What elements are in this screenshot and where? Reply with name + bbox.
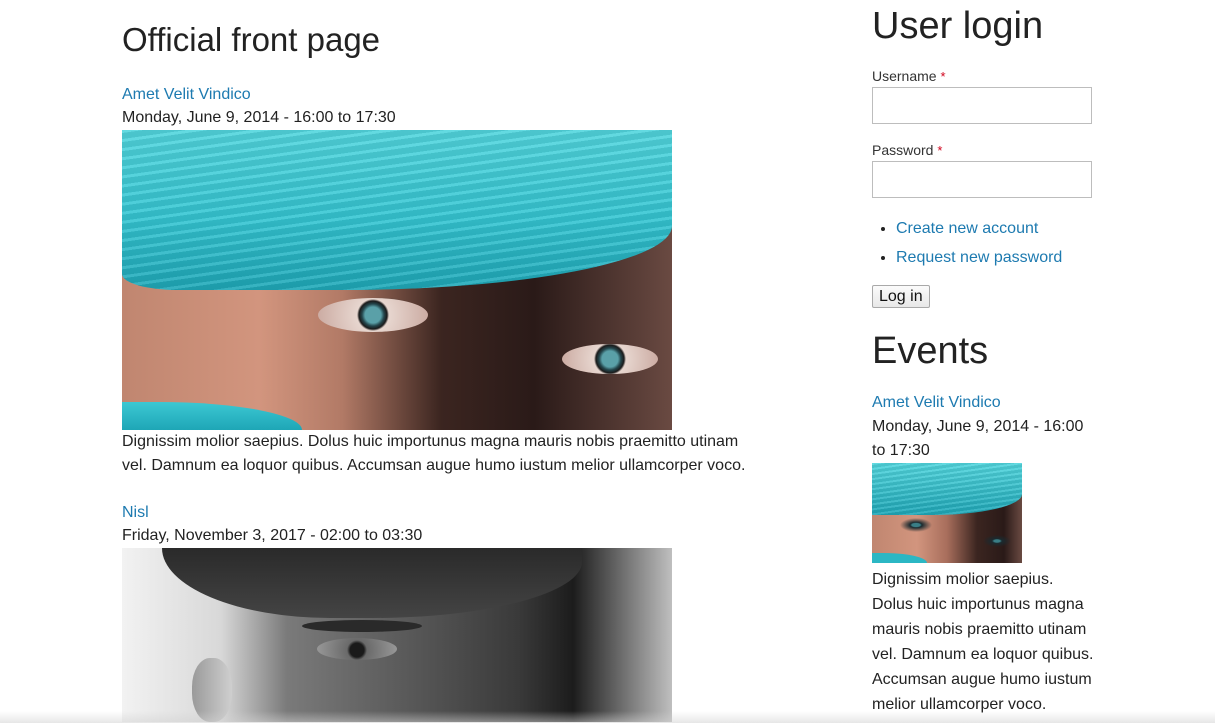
scarf-lower-shape	[122, 402, 302, 430]
scarf-lower-shape	[872, 553, 927, 563]
node-image	[122, 130, 672, 430]
node-date: Monday, June 9, 2014 - 16:00 to 17:30	[122, 109, 396, 126]
password-label: Password *	[872, 140, 1102, 160]
create-account-link[interactable]: Create new account	[896, 220, 1038, 237]
brow-shape	[302, 620, 422, 632]
node-date: Friday, November 3, 2017 - 02:00 to 03:3…	[122, 527, 423, 544]
required-marker: *	[937, 143, 943, 158]
required-marker: *	[940, 69, 946, 84]
node-image	[122, 548, 672, 722]
username-form-item: Username *	[872, 66, 1102, 124]
password-form-item: Password *	[872, 140, 1102, 198]
list-item: Create new account	[896, 214, 1062, 243]
list-item: Request new password	[896, 243, 1062, 272]
event-node: Amet Velit Vindico Monday, June 9, 2014 …	[122, 84, 782, 478]
headscarf-shape	[122, 130, 672, 290]
node-title-link[interactable]: Amet Velit Vindico	[122, 84, 782, 106]
password-label-text: Password	[872, 142, 934, 158]
page-title: Official front page	[122, 21, 381, 58]
headscarf-shape	[872, 463, 1022, 515]
hair-shape	[162, 548, 582, 618]
event-title-link[interactable]: Amet Velit Vindico	[872, 391, 1097, 415]
right-eye-shape	[562, 344, 658, 374]
request-password-link[interactable]: Request new password	[896, 249, 1062, 266]
username-label-text: Username	[872, 68, 937, 84]
left-eye-shape	[318, 298, 428, 332]
user-login-title: User login	[872, 5, 1044, 47]
log-in-button[interactable]: Log in	[872, 285, 930, 308]
eye-shape	[317, 638, 397, 660]
username-input[interactable]	[872, 87, 1092, 124]
event-body: Dignissim molior saepius. Dolus huic imp…	[872, 571, 1094, 713]
ear-shape	[192, 658, 232, 722]
login-links-list: Create new account Request new password	[872, 214, 1062, 272]
username-label: Username *	[872, 66, 1102, 86]
event-date: Monday, June 9, 2014 - 16:00 to 17:30	[872, 418, 1084, 459]
node-title-link[interactable]: Nisl	[122, 502, 782, 524]
event-thumbnail	[872, 463, 1022, 563]
password-input[interactable]	[872, 161, 1092, 198]
events-title: Events	[872, 330, 989, 372]
event-node: Nisl Friday, November 3, 2017 - 02:00 to…	[122, 502, 782, 722]
node-body: Dignissim molior saepius. Dolus huic imp…	[122, 433, 746, 474]
event-item: Amet Velit Vindico Monday, June 9, 2014 …	[872, 391, 1097, 717]
